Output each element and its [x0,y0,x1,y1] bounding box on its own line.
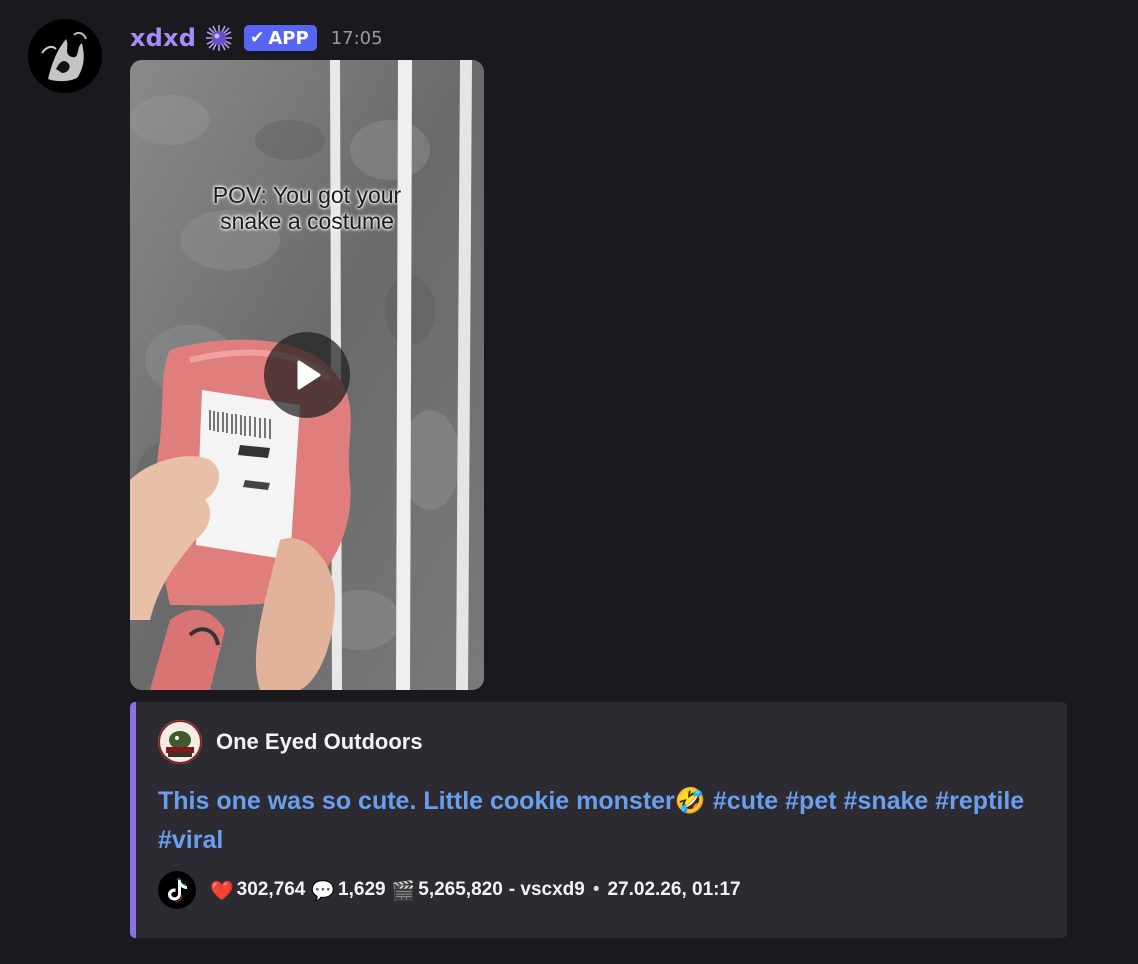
video-attachment[interactable]: POV: You got your snake a costume [130,60,484,690]
hashtag-reptile[interactable]: #reptile [935,787,1024,815]
video-caption: POV: You got your snake a costume [130,182,484,234]
hashtag-cute[interactable]: #cute [713,787,778,815]
rofl-emoji: 🤣 [674,787,706,815]
embed-author-name[interactable]: One Eyed Outdoors [216,729,423,755]
play-button[interactable] [264,332,350,418]
post-date: 27.02.26, 01:17 [607,879,741,900]
views-stat: 🎬 5,265,820 [392,879,503,902]
embed-description-text[interactable]: This one was so cute. Little cookie mons… [158,787,675,815]
embed-author-avatar[interactable] [158,720,202,764]
footer-separator: • [592,879,600,900]
message-header: xdxd ✔ APP 17:05 [130,22,383,54]
chat-message: xdxd ✔ APP 17:05 POV: You got your snake… [0,0,1138,964]
username[interactable]: xdxd [130,24,196,52]
play-icon [297,360,321,390]
clapperboard-icon: 🎬 [391,879,416,902]
hashtag-pet[interactable]: #pet [785,787,836,815]
hashtag-viral[interactable]: #viral [158,826,223,854]
video-caption-line-1: POV: You got your [212,182,402,208]
app-badge-label: APP [268,27,309,49]
hashtag-snake[interactable]: #snake [844,787,929,815]
likes-stat: ❤️ 302,764 [210,879,305,902]
likes-count: 302,764 [236,879,306,900]
uploader-name: - vscxd9 [508,879,585,900]
embed-description[interactable]: This one was so cute. Little cookie mons… [158,782,1038,860]
spiky-purple-orb-icon[interactable] [204,23,234,53]
embed-footer: ❤️ 302,764 💬 1,629 🎬 5,265,820 - vscxd9 … [158,871,741,909]
link-embed: One Eyed Outdoors This one was so cute. … [130,702,1067,938]
tiktok-icon [158,871,196,909]
embed-author[interactable]: One Eyed Outdoors [158,720,423,764]
message-timestamp[interactable]: 17:05 [331,28,383,49]
verified-check-icon: ✔ [250,28,265,48]
views-count: 5,265,820 [418,879,503,900]
comments-count: 1,629 [338,879,386,900]
video-caption-line-2: snake a costume [220,208,394,234]
user-avatar[interactable] [28,19,102,93]
comments-stat: 💬 1,629 [311,879,385,902]
heart-icon: ❤️ [210,879,234,902]
speech-bubble-icon: 💬 [311,879,336,902]
app-badge: ✔ APP [244,25,317,51]
